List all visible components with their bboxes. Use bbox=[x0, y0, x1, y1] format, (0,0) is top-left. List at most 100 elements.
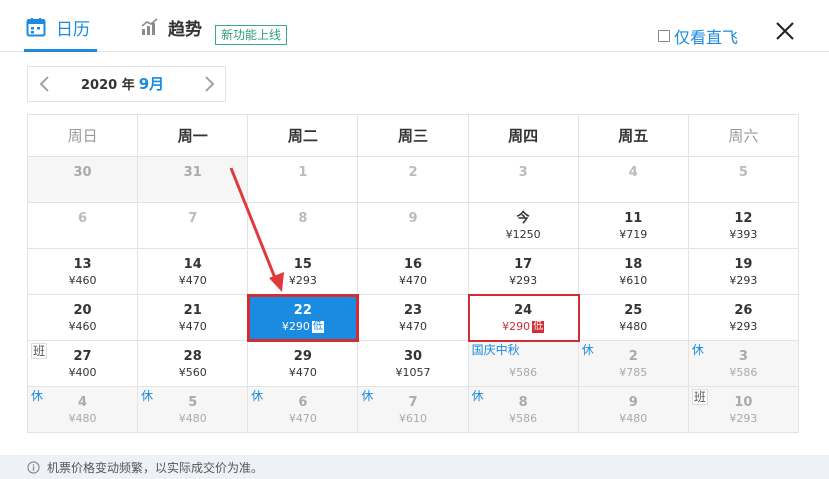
date-cell[interactable]: 18 ¥610 bbox=[578, 249, 689, 295]
date-cell[interactable]: 21 ¥470 bbox=[138, 295, 249, 341]
date-number: 16 bbox=[403, 257, 423, 272]
holiday-tag: 休 bbox=[691, 343, 704, 357]
date-price: ¥586 bbox=[689, 366, 798, 380]
footer-text: 机票价格变动频繁，以实际成交价为准。 bbox=[47, 460, 264, 475]
date-price: ¥290 低 bbox=[469, 320, 578, 334]
calendar-grid: 周日 周一 周二 周三 周四 周五 周六 30 31 1 2 3 4 5 6 7 8 9 今 ¥1250 11 ¥719… bbox=[27, 114, 799, 433]
direct-only-checkbox[interactable] bbox=[658, 30, 670, 42]
date-price: ¥293 bbox=[469, 274, 578, 288]
weekday-header: 周日 bbox=[28, 115, 139, 157]
date-number: 25 bbox=[624, 303, 643, 318]
close-button[interactable] bbox=[772, 18, 798, 44]
active-tab-underline bbox=[24, 49, 97, 52]
date-price: ¥785 bbox=[579, 366, 688, 380]
price-value: ¥460 bbox=[68, 320, 97, 333]
price-value: ¥290 bbox=[281, 320, 310, 333]
date-number: 7 bbox=[408, 395, 418, 410]
previous-month-button[interactable] bbox=[34, 73, 56, 95]
date-cell[interactable]: 29 ¥470 bbox=[248, 341, 359, 387]
date-price: ¥470 bbox=[358, 320, 467, 334]
holiday-tag: 休 bbox=[361, 389, 374, 403]
price-value: ¥785 bbox=[619, 366, 648, 379]
date-cell[interactable]: 16 ¥470 bbox=[358, 249, 469, 295]
new-feature-badge: 新功能上线 bbox=[215, 25, 288, 45]
week-row: 20 ¥460 21 ¥470 22 ¥290 低 23 ¥470 24 ¥290 低 25 ¥480 26… bbox=[28, 294, 799, 342]
date-number: 24 bbox=[514, 303, 533, 318]
date-cell: 休 7 ¥610 bbox=[358, 387, 469, 433]
weekday-header: 周二 bbox=[248, 115, 359, 157]
price-value: ¥470 bbox=[288, 412, 317, 425]
holiday-tag: 休 bbox=[471, 389, 484, 403]
price-value: ¥470 bbox=[398, 274, 427, 287]
date-cell[interactable]: 22 ¥290 低 bbox=[247, 294, 360, 342]
week-row: 班 27 ¥400 28 ¥560 29 ¥470 30 ¥1057 国庆中秋 ¥586 休 2 ¥78… bbox=[28, 341, 799, 387]
price-value: ¥470 bbox=[288, 366, 317, 379]
price-value: ¥719 bbox=[619, 228, 648, 241]
date-number: 31 bbox=[183, 165, 202, 180]
holiday-tag: 休 bbox=[581, 343, 594, 357]
date-cell[interactable]: 26 ¥293 bbox=[688, 295, 799, 341]
price-value: ¥610 bbox=[398, 412, 427, 425]
date-price: ¥470 bbox=[248, 366, 357, 380]
price-value: ¥460 bbox=[68, 274, 97, 287]
date-cell[interactable]: 11 ¥719 bbox=[578, 203, 689, 249]
date-number: 4 bbox=[628, 165, 638, 180]
date-cell: 30 bbox=[28, 157, 139, 203]
date-cell[interactable]: 30 ¥1057 bbox=[358, 341, 469, 387]
direct-only-toggle[interactable]: 仅看直飞 bbox=[658, 24, 738, 48]
tab-trend[interactable]: 趋势 bbox=[140, 14, 202, 40]
date-cell: 1 bbox=[248, 157, 359, 203]
info-icon bbox=[27, 460, 40, 474]
date-number: 18 bbox=[624, 257, 643, 272]
price-value: ¥1057 bbox=[395, 366, 431, 379]
price-value: ¥470 bbox=[178, 320, 207, 333]
date-cell[interactable]: 13 ¥460 bbox=[28, 249, 139, 295]
holiday-tag: 休 bbox=[31, 389, 44, 403]
lowest-price-badge: 低 bbox=[532, 321, 545, 333]
date-number: 26 bbox=[734, 303, 753, 318]
date-number: 30 bbox=[73, 165, 92, 180]
price-value: ¥293 bbox=[729, 320, 758, 333]
date-cell[interactable]: 25 ¥480 bbox=[578, 295, 689, 341]
date-number: 21 bbox=[183, 303, 202, 318]
date-number: 4 bbox=[78, 395, 88, 410]
date-cell[interactable]: 24 ¥290 低 bbox=[467, 294, 580, 342]
date-price: ¥586 bbox=[469, 412, 578, 426]
date-number: 2 bbox=[628, 349, 638, 364]
date-price: ¥393 bbox=[689, 228, 798, 242]
date-cell[interactable]: 12 ¥393 bbox=[688, 203, 799, 249]
date-number: 28 bbox=[183, 349, 202, 364]
date-price: ¥290 低 bbox=[248, 320, 357, 334]
next-month-button[interactable] bbox=[198, 73, 220, 95]
price-value: ¥400 bbox=[68, 366, 97, 379]
date-cell[interactable]: 28 ¥560 bbox=[138, 341, 249, 387]
date-cell[interactable]: 今 ¥1250 bbox=[468, 203, 579, 249]
date-cell[interactable]: 17 ¥293 bbox=[468, 249, 579, 295]
chevron-left-icon bbox=[39, 76, 49, 92]
date-cell[interactable]: 20 ¥460 bbox=[28, 295, 139, 341]
date-cell[interactable]: 14 ¥470 bbox=[138, 249, 249, 295]
holiday-tag: 休 bbox=[251, 389, 264, 403]
price-value: ¥293 bbox=[288, 274, 317, 287]
lowest-price-badge: 低 bbox=[311, 321, 324, 333]
price-value: ¥586 bbox=[509, 366, 538, 379]
week-row: 6 7 8 9 今 ¥1250 11 ¥719 12 ¥393 bbox=[28, 203, 799, 249]
weekday-header: 周四 bbox=[468, 115, 579, 157]
year-label: 2020 年 bbox=[81, 78, 135, 93]
date-cell[interactable]: 班 27 ¥400 bbox=[28, 341, 139, 387]
date-cell[interactable]: 19 ¥293 bbox=[688, 249, 799, 295]
price-value: ¥610 bbox=[619, 274, 648, 287]
date-cell: 6 bbox=[28, 203, 139, 249]
date-cell: 31 bbox=[138, 157, 249, 203]
date-number: 今 bbox=[516, 211, 530, 226]
date-cell: 3 bbox=[468, 157, 579, 203]
date-number: 6 bbox=[78, 211, 88, 226]
date-cell[interactable]: 15 ¥293 bbox=[248, 249, 359, 295]
date-cell[interactable]: 23 ¥470 bbox=[358, 295, 469, 341]
tab-calendar[interactable]: 日历 bbox=[26, 14, 90, 40]
footer-notice: 机票价格变动频繁，以实际成交价为准。 bbox=[0, 455, 829, 479]
price-value: ¥290 bbox=[502, 320, 531, 333]
date-price: ¥480 bbox=[138, 412, 247, 426]
holiday-tag: 休 bbox=[141, 389, 154, 403]
weekday-header: 周六 bbox=[688, 115, 799, 157]
